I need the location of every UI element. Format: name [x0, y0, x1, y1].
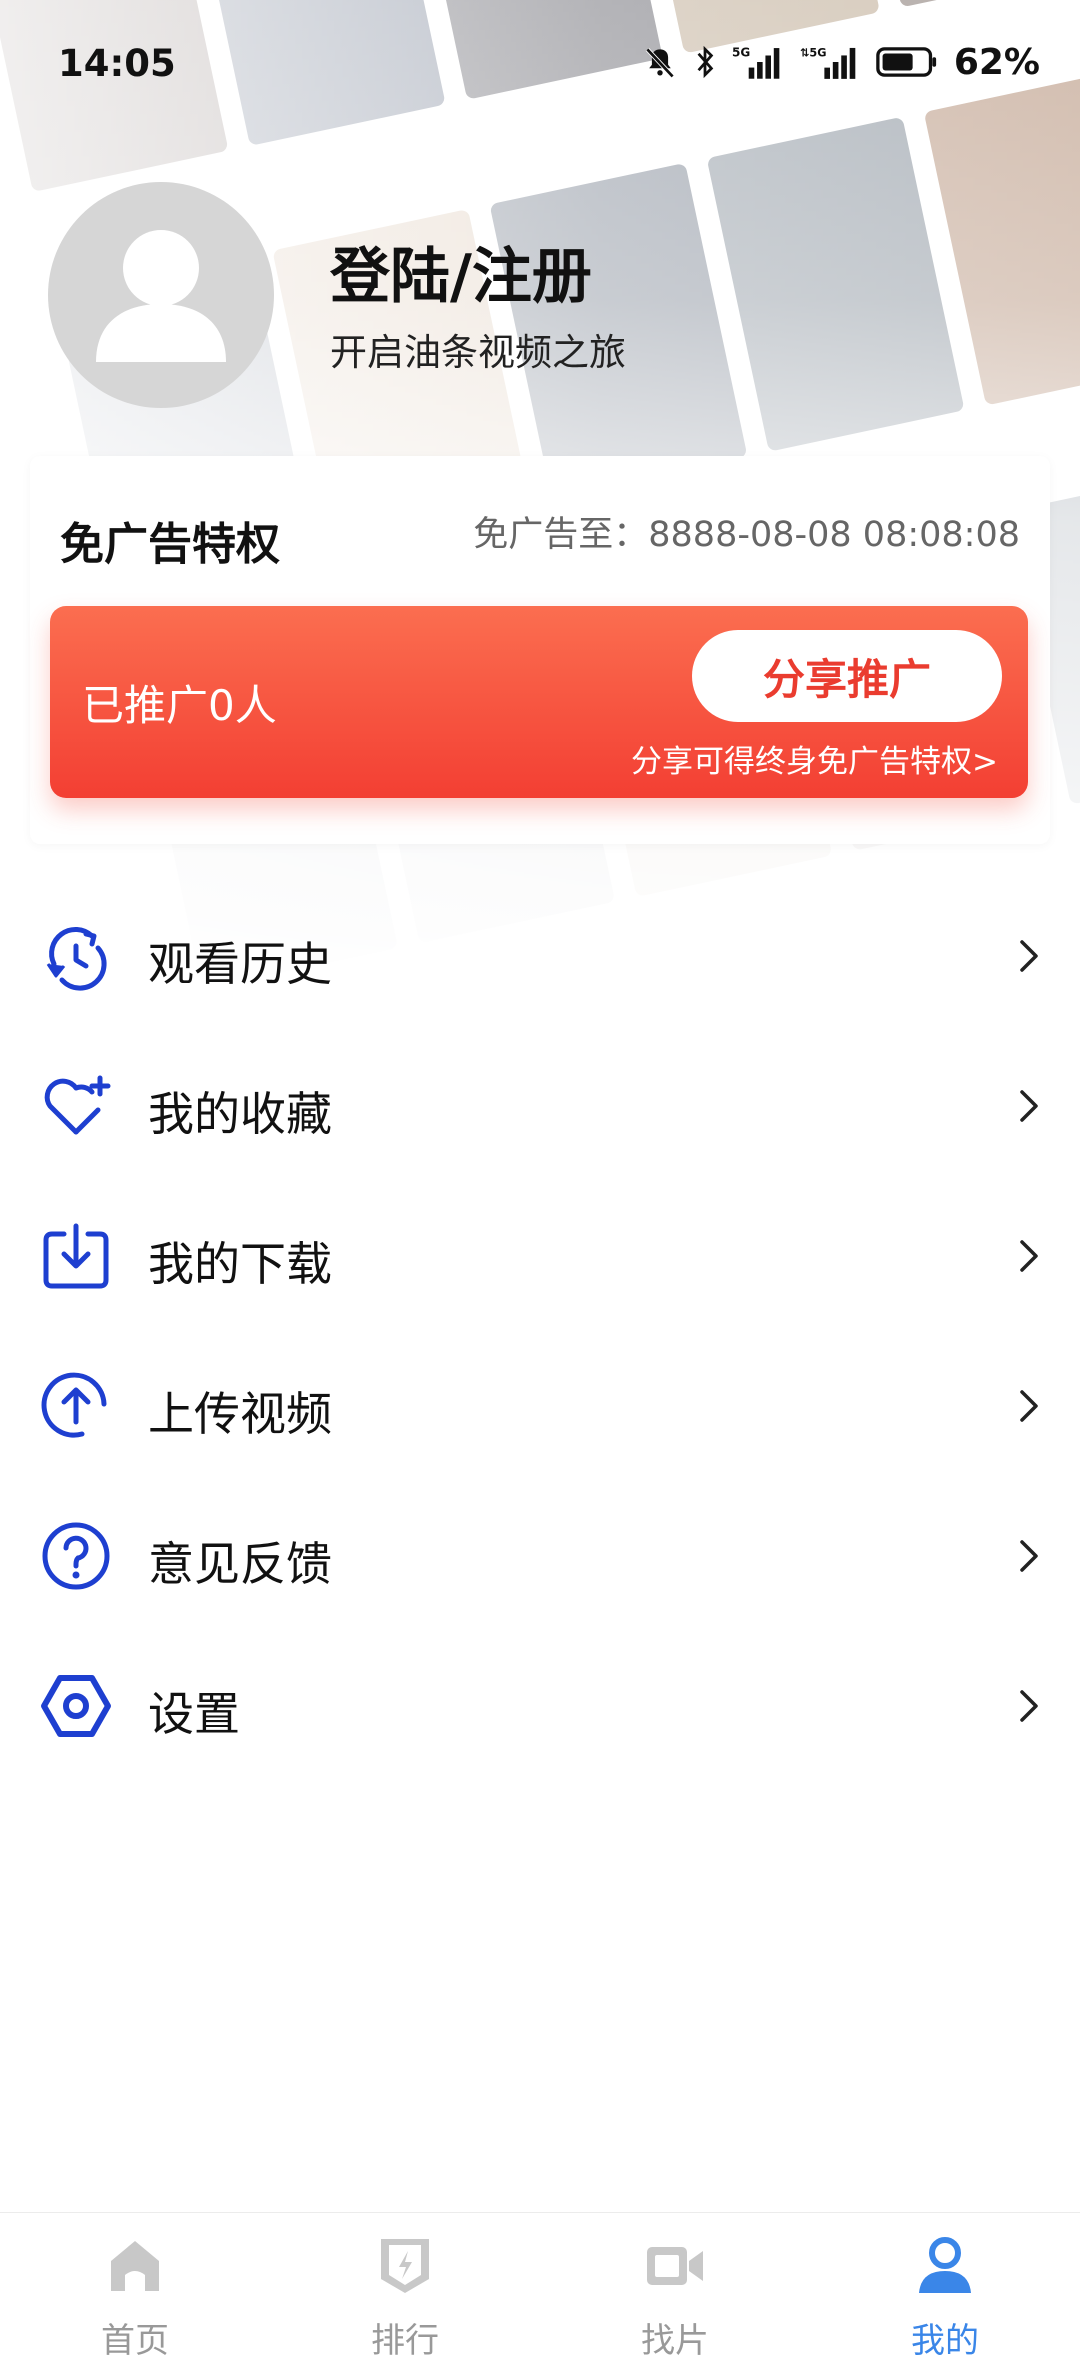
menu-item-label: 我的收藏 [148, 1087, 332, 1141]
share-promo-button[interactable]: 分享推广 [692, 630, 1002, 722]
promo-count: 已推广0人 [82, 681, 277, 730]
default-user-icon [96, 230, 226, 362]
history-icon [46, 927, 107, 991]
nav-item-ranking[interactable]: 排行 [270, 2213, 540, 2376]
status-bar: 14:05 5G ⇅5G 62% [0, 0, 1080, 120]
adfree-expiry: 免广告至：8888-08-08 08:08:08 [473, 515, 1020, 555]
chevron-right-icon [1020, 1390, 1038, 1422]
video-camera-icon [647, 2247, 703, 2285]
chevron-right-icon [1020, 940, 1038, 972]
ranking-icon [381, 2239, 429, 2293]
menu-item-label: 设置 [148, 1687, 240, 1741]
menu-list: 观看历史 我的收藏 我的下载 上传视频 意见反馈 设置 [0, 880, 1080, 1780]
nav-item-home[interactable]: 首页 [0, 2213, 270, 2376]
upload-icon [41, 1372, 107, 1438]
svg-text:5G: 5G [732, 45, 750, 59]
home-icon [111, 2241, 159, 2291]
menu-item-favorites[interactable]: 我的收藏 [0, 1030, 1080, 1180]
menu-item-settings[interactable]: 设置 [0, 1630, 1080, 1780]
menu-item-feedback[interactable]: 意见反馈 [0, 1480, 1080, 1630]
question-icon [42, 1522, 110, 1590]
nav-item-discover[interactable]: 找片 [540, 2213, 810, 2376]
battery-percent: 62% [953, 41, 1040, 83]
menu-item-label: 观看历史 [148, 937, 332, 991]
svg-text:⇅5G: ⇅5G [800, 46, 827, 59]
chevron-right-icon [1020, 1540, 1038, 1572]
download-icon [43, 1223, 109, 1289]
profile-subtitle: 开启油条视频之旅 [330, 331, 626, 374]
chevron-right-icon [1020, 1690, 1038, 1722]
menu-item-downloads[interactable]: 我的下载 [0, 1180, 1080, 1330]
adfree-card: 免广告特权 免广告至：8888-08-08 08:08:08 已推广0人 分享推… [30, 456, 1050, 844]
profile-screen: 14:05 5G ⇅5G 62% 登陆/注册 开启油条视频之旅 免广告特权 免广… [0, 0, 1080, 2376]
settings-icon [41, 1675, 111, 1737]
promo-banner: 已推广0人 分享推广 分享可得终身免广告特权> [50, 606, 1028, 798]
user-icon [919, 2237, 971, 2293]
5g-signal-icon: 5G [732, 45, 780, 79]
chevron-right-icon [1020, 1240, 1038, 1272]
adfree-title: 免广告特权 [60, 519, 280, 570]
bottom-nav: 首页 排行 找片 我的 [0, 2212, 1080, 2376]
avatar[interactable] [48, 182, 274, 408]
share-hint-link[interactable]: 分享可得终身免广告特权> [631, 736, 998, 781]
nav-label: 找片 [641, 2321, 709, 2361]
menu-item-label: 我的下载 [148, 1237, 332, 1291]
nav-label: 排行 [371, 2321, 439, 2361]
heart-plus-icon [44, 1075, 111, 1135]
login-register-link[interactable]: 登陆/注册 [330, 228, 592, 315]
nav-label: 我的 [911, 2321, 979, 2361]
bluetooth-icon [697, 45, 714, 79]
status-time: 14:05 [58, 42, 176, 85]
nav-label: 首页 [101, 2321, 169, 2361]
5g-signal-icon: ⇅5G [800, 46, 856, 79]
menu-item-label: 意见反馈 [148, 1537, 332, 1591]
bell-muted-icon [645, 47, 675, 78]
menu-item-upload[interactable]: 上传视频 [0, 1330, 1080, 1480]
battery-icon [876, 47, 936, 77]
nav-item-mine[interactable]: 我的 [810, 2213, 1080, 2376]
menu-item-history[interactable]: 观看历史 [0, 880, 1080, 1030]
menu-item-label: 上传视频 [148, 1387, 332, 1441]
chevron-right-icon [1020, 1090, 1038, 1122]
